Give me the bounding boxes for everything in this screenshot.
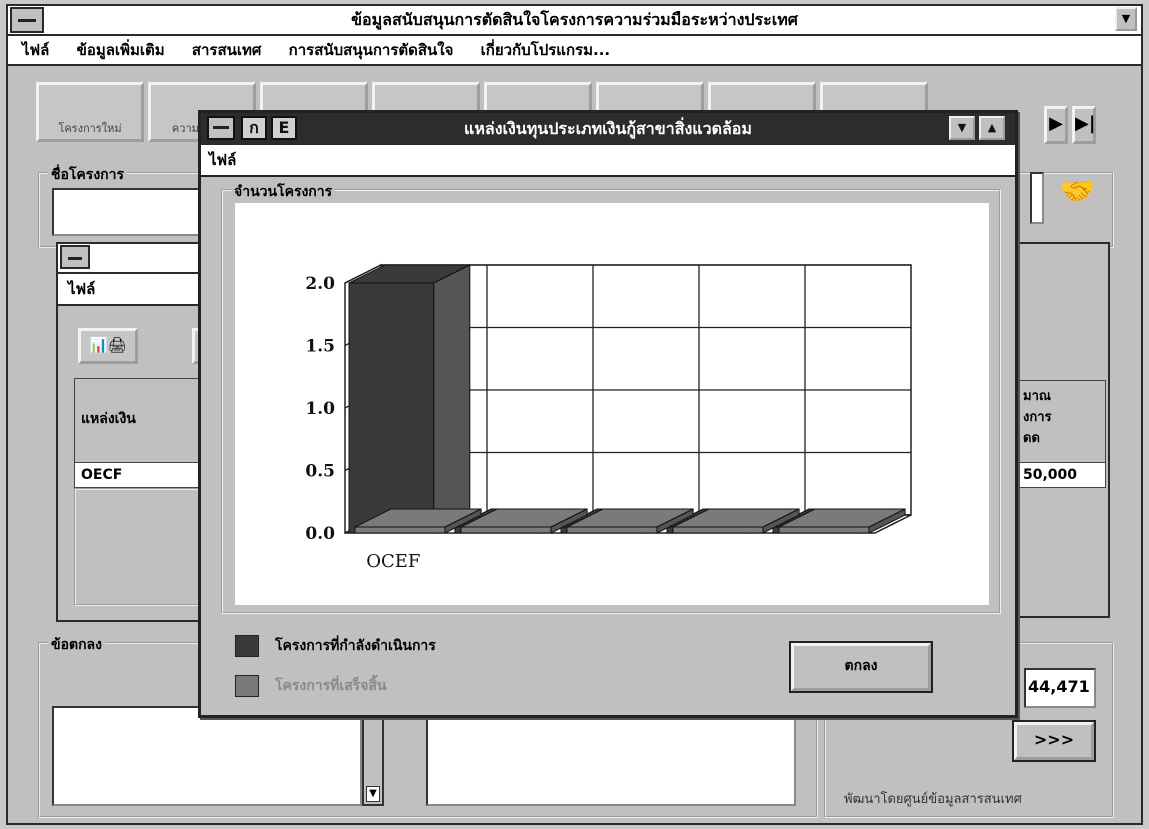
menu-information[interactable]: สารสนเทศ [192,41,262,59]
maximize-button[interactable]: ▼ [1115,7,1137,31]
menu-decision-support[interactable]: การสนับสนุนการตัดสินใจ [289,41,454,59]
y-tick-label: 1.0 [305,399,335,419]
minimize-icon[interactable]: ▼ [949,116,975,140]
legend-swatch-ongoing [235,635,259,657]
legend-label-completed: โครงการที่เสร็จสิ้น [275,678,387,694]
chart-group-label: จำนวนโครงการ [231,181,336,203]
menu-file[interactable]: ไฟล์ [22,41,49,59]
bar-chart: 0.0 0.5 1.0 1.5 2.0 OCEF [305,263,912,572]
amount-field[interactable]: 44,471 [1024,668,1096,708]
dialog-menubar: ไฟล์ [201,145,1015,177]
project-name-label: ชื่อโครงการ [48,164,128,186]
grid-cell-amount[interactable]: 50,000 [1016,462,1106,488]
main-menubar: ไฟล์ ข้อมูลเพิ่มเติม สารสนเทศ การสนับสนุ… [8,36,1141,66]
dialog-system-menu-icon[interactable] [207,116,235,140]
system-menu-icon[interactable] [10,7,44,33]
dialog-app-icon-2: E [271,116,297,140]
agreement-text-left[interactable] [52,706,362,806]
y-tick-label: 0.5 [305,462,335,482]
dialog-menu-file[interactable]: ไฟล์ [209,151,236,169]
right-panel: มาณ งการ ดด 50,000 [1016,242,1110,618]
footer-note: พัฒนาโดยศูนย์ข้อมูลสารสนเทศ [844,792,1022,807]
agreement-scrollbar[interactable]: ▼ [362,706,384,806]
bar [672,526,764,534]
project-name-input[interactable] [52,188,222,236]
dialog-title: แหล่งเงินทุนประเภทเงินกู้สาขาสิ่งแวดล้อม [464,119,752,138]
project-name-input-edge [1030,172,1044,224]
legend-item-completed: โครงการที่เสร็จสิ้น [235,675,387,697]
dialog-app-icon: ก [241,116,267,140]
maximize-icon[interactable]: ▲ [979,116,1005,140]
bar-side [433,264,471,534]
grid-header-source: แหล่งเงิน [74,378,214,464]
grid-cell-source[interactable]: OECF [74,462,214,488]
main-window-title: ข้อมูลสนับสนุนการตัดสินใจโครงการความร่วม… [351,10,798,29]
main-title-bar: ข้อมูลสนับสนุนการตัดสินใจโครงการความร่วม… [8,6,1141,36]
handshake-icon[interactable]: 🤝 [1054,174,1100,214]
ok-button[interactable]: ตกลง [789,641,933,693]
y-tick-label: 0.0 [305,524,335,544]
new-project-label: โครงการใหม่ [58,122,122,135]
legend-item-ongoing: โครงการที่กำลังดำเนินการ [235,635,436,657]
chart-area: 0.0 0.5 1.0 1.5 2.0 OCEF [235,203,989,605]
bar [566,526,658,534]
menu-about[interactable]: เกี่ยวกับโปรแกรม... [481,41,610,59]
bar [354,526,446,534]
bar [460,526,552,534]
dialog-title-bar: ก E แหล่งเงินทุนประเภทเงินกู้สาขาสิ่งแวด… [201,113,1015,145]
child-system-menu-icon[interactable] [60,245,90,269]
menu-more-data[interactable]: ข้อมูลเพิ่มเติม [77,41,165,59]
y-tick-label: 2.0 [305,274,335,294]
x-category-label: OCEF [366,551,420,572]
child-menu-file[interactable]: ไฟล์ [68,280,95,298]
next-page-button[interactable]: >>> [1012,720,1096,762]
last-record-icon[interactable]: ▶| [1072,106,1096,144]
bar [348,282,435,534]
grid-body [74,488,214,606]
chart-dialog: ก E แหล่งเงินทุนประเภทเงินกู้สาขาสิ่งแวด… [198,110,1018,718]
bar [778,526,870,534]
agreement-text-right[interactable] [426,706,796,806]
next-record-icon[interactable]: ▶ [1044,106,1068,144]
legend-swatch-completed [235,675,259,697]
chart-print-icon[interactable]: 📊🖨 [78,328,138,364]
scroll-down-icon[interactable]: ▼ [366,786,380,802]
agreement-label: ข้อตกลง [48,634,105,656]
y-tick-label: 1.5 [305,337,335,357]
grid-header-amount: มาณ งการ ดด [1016,380,1106,470]
legend-label-ongoing: โครงการที่กำลังดำเนินการ [275,638,436,654]
new-project-button[interactable]: โครงการใหม่ [36,82,144,142]
